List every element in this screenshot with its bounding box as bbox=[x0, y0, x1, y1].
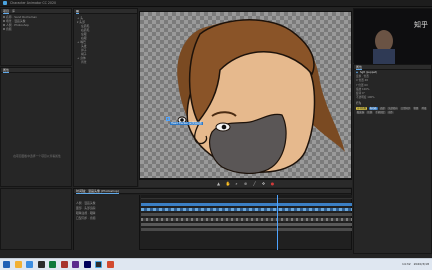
select-tool-icon[interactable]: ▲ bbox=[217, 181, 221, 186]
puppet-properties-panel: 属性 ◆ Sg8 (puppet) 变换 · 位置 X 位置 48 Y 位置 60 缩放… bbox=[353, 64, 432, 254]
handle-callout-label: Head Tracker 头部追踪器 bbox=[170, 122, 203, 126]
app-window: Character Animator CC 2020 项目 库 名称 · San… bbox=[0, 0, 432, 258]
track-bar[interactable] bbox=[141, 203, 352, 206]
properties-title: 属性 bbox=[3, 67, 10, 73]
puppet-layer-item[interactable]: 背景 bbox=[77, 60, 135, 64]
track-label[interactable]: 口型同步 · 音频 bbox=[74, 216, 139, 220]
window-title: Character Animator CC 2020 bbox=[10, 1, 56, 5]
explorer-icon[interactable] bbox=[14, 261, 22, 268]
record-button-icon[interactable]: ● bbox=[271, 181, 275, 186]
stick-tool-icon[interactable]: ╱ bbox=[253, 181, 257, 186]
tree-item[interactable]: 音频 bbox=[3, 27, 69, 31]
playhead[interactable] bbox=[277, 195, 278, 250]
track-label-column: 人偶 · 漫画头像 面部 · 头部追踪 眼睛注视 · 眼睛 口型同步 · 音频 bbox=[74, 195, 140, 250]
properties-panel-header: 属性 bbox=[1, 68, 71, 73]
os-taskbar bbox=[0, 258, 432, 270]
right-panel-title: 属性 bbox=[356, 64, 363, 70]
zoom-tool-icon[interactable]: ⌕ bbox=[235, 181, 239, 186]
viewport-toolbar: ▲ ✋ ⌕ ⊕ ╱ ✥ ● bbox=[139, 179, 352, 187]
timeline-tab[interactable]: 时间轴：漫画头像 (Photoshop) bbox=[76, 189, 120, 194]
project-panel: 项目 库 名称 · Sand Rocheman 场景 · 漫画头像 人偶 · P… bbox=[0, 8, 72, 66]
time-ruler[interactable] bbox=[141, 195, 352, 199]
puppet-icon: ◆ bbox=[356, 70, 358, 74]
hand-tool-icon[interactable]: ✋ bbox=[226, 181, 231, 186]
timeline-panel: 时间轴：漫画头像 (Photoshop) 人偶 · 漫画头像 面部 · 头部追踪眼… bbox=[73, 188, 352, 250]
behavior-chip[interactable]: 面部 bbox=[379, 106, 386, 110]
puppet-layer-list: + 头 ▾ 头部 左眉毛 右眉毛 左眼 右眼 + 嘴巴 头发 鼻子 胡子 + 身体 背景 bbox=[74, 14, 137, 64]
head-tracker-handle[interactable] bbox=[166, 117, 170, 121]
track-area[interactable] bbox=[141, 195, 352, 250]
character-animator-icon[interactable] bbox=[95, 261, 102, 268]
behavior-chip-list: 自动眨眼 拖动器 面部 头部转向 口型同步 物理 呼吸触发器 转换 手柄固定 动作 bbox=[354, 106, 431, 116]
track-label[interactable]: 人偶 · 漫画头像 bbox=[74, 201, 139, 205]
camera-panel: 知乎 bbox=[353, 8, 432, 64]
behavior-chip[interactable]: 手柄固定 bbox=[374, 111, 386, 114]
behavior-chip[interactable]: 头部转向 bbox=[387, 106, 399, 110]
behavior-chip[interactable]: 拖动器 bbox=[368, 106, 378, 110]
after-effects-icon[interactable] bbox=[83, 261, 91, 268]
title-bar: Character Animator CC 2020 bbox=[0, 0, 432, 7]
behavior-chip[interactable]: 口型同步 bbox=[399, 106, 412, 110]
tray-date: 2020/3/18 bbox=[413, 262, 429, 266]
terminal-icon[interactable] bbox=[37, 261, 45, 268]
tray-clock[interactable]: 14:32 bbox=[402, 262, 411, 266]
tools-panel bbox=[0, 188, 72, 250]
tab-library[interactable]: 库 bbox=[12, 9, 15, 13]
puppet-layers-panel: ▦ + 头 ▾ 头部 左眉毛 右眉毛 左眼 右眼 + 嘴巴 头发 鼻子 胡子 + 身体 背景 bbox=[73, 8, 138, 187]
property-row[interactable]: 不透明度 100% bbox=[354, 95, 431, 99]
track-bar[interactable] bbox=[141, 208, 352, 211]
track-label[interactable]: 面部 · 头部追踪 bbox=[74, 206, 139, 210]
app-icon[interactable] bbox=[106, 261, 114, 268]
track-bar[interactable] bbox=[141, 228, 352, 231]
track-bar[interactable] bbox=[141, 218, 352, 221]
premiere-icon[interactable] bbox=[72, 261, 79, 268]
right-pupil bbox=[221, 124, 227, 130]
behavior-chip[interactable]: 自动眨眼 bbox=[356, 106, 368, 110]
behavior-chip[interactable]: 转换 bbox=[366, 111, 374, 114]
app-icon bbox=[3, 1, 7, 5]
behavior-chip[interactable]: 物理 bbox=[412, 106, 420, 110]
app-icon[interactable] bbox=[49, 261, 56, 268]
behavior-chip[interactable]: 呼吸 bbox=[420, 106, 428, 110]
properties-panel: 属性 在项目面板中选择一个项目以查看属性 bbox=[0, 67, 72, 187]
start-icon[interactable] bbox=[3, 261, 10, 268]
app-icon[interactable] bbox=[60, 261, 68, 268]
system-tray: 14:32 2020/3/18 bbox=[402, 258, 429, 270]
track-bar[interactable] bbox=[141, 213, 352, 216]
dragger-tool-icon[interactable]: ✥ bbox=[262, 181, 266, 186]
timeline-header: 时间轴：漫画头像 (Photoshop) bbox=[74, 189, 351, 194]
behavior-chip[interactable]: 触发器 bbox=[356, 111, 365, 114]
track-label[interactable]: 眼睛注视 · 眼睛 bbox=[74, 211, 139, 215]
watermark: 知乎 bbox=[414, 21, 428, 29]
puppet-artwork bbox=[177, 19, 345, 174]
handle-tool-icon[interactable]: ⊕ bbox=[244, 181, 248, 186]
scene-canvas[interactable]: Head Tracker 头部追踪器 bbox=[139, 11, 352, 179]
tab-project[interactable]: 项目 bbox=[3, 9, 10, 14]
camera-preview bbox=[354, 9, 432, 64]
track-bar[interactable] bbox=[141, 223, 352, 226]
behavior-chip[interactable]: 动作 bbox=[387, 111, 394, 114]
properties-empty-text: 在项目面板中选择一个项目以查看属性 bbox=[13, 154, 61, 158]
transform-rows: 变换 · 位置 X 位置 48 Y 位置 60 缩放 100% 旋转 0° 不透明度 10… bbox=[354, 74, 431, 99]
browser-icon[interactable] bbox=[26, 261, 33, 268]
